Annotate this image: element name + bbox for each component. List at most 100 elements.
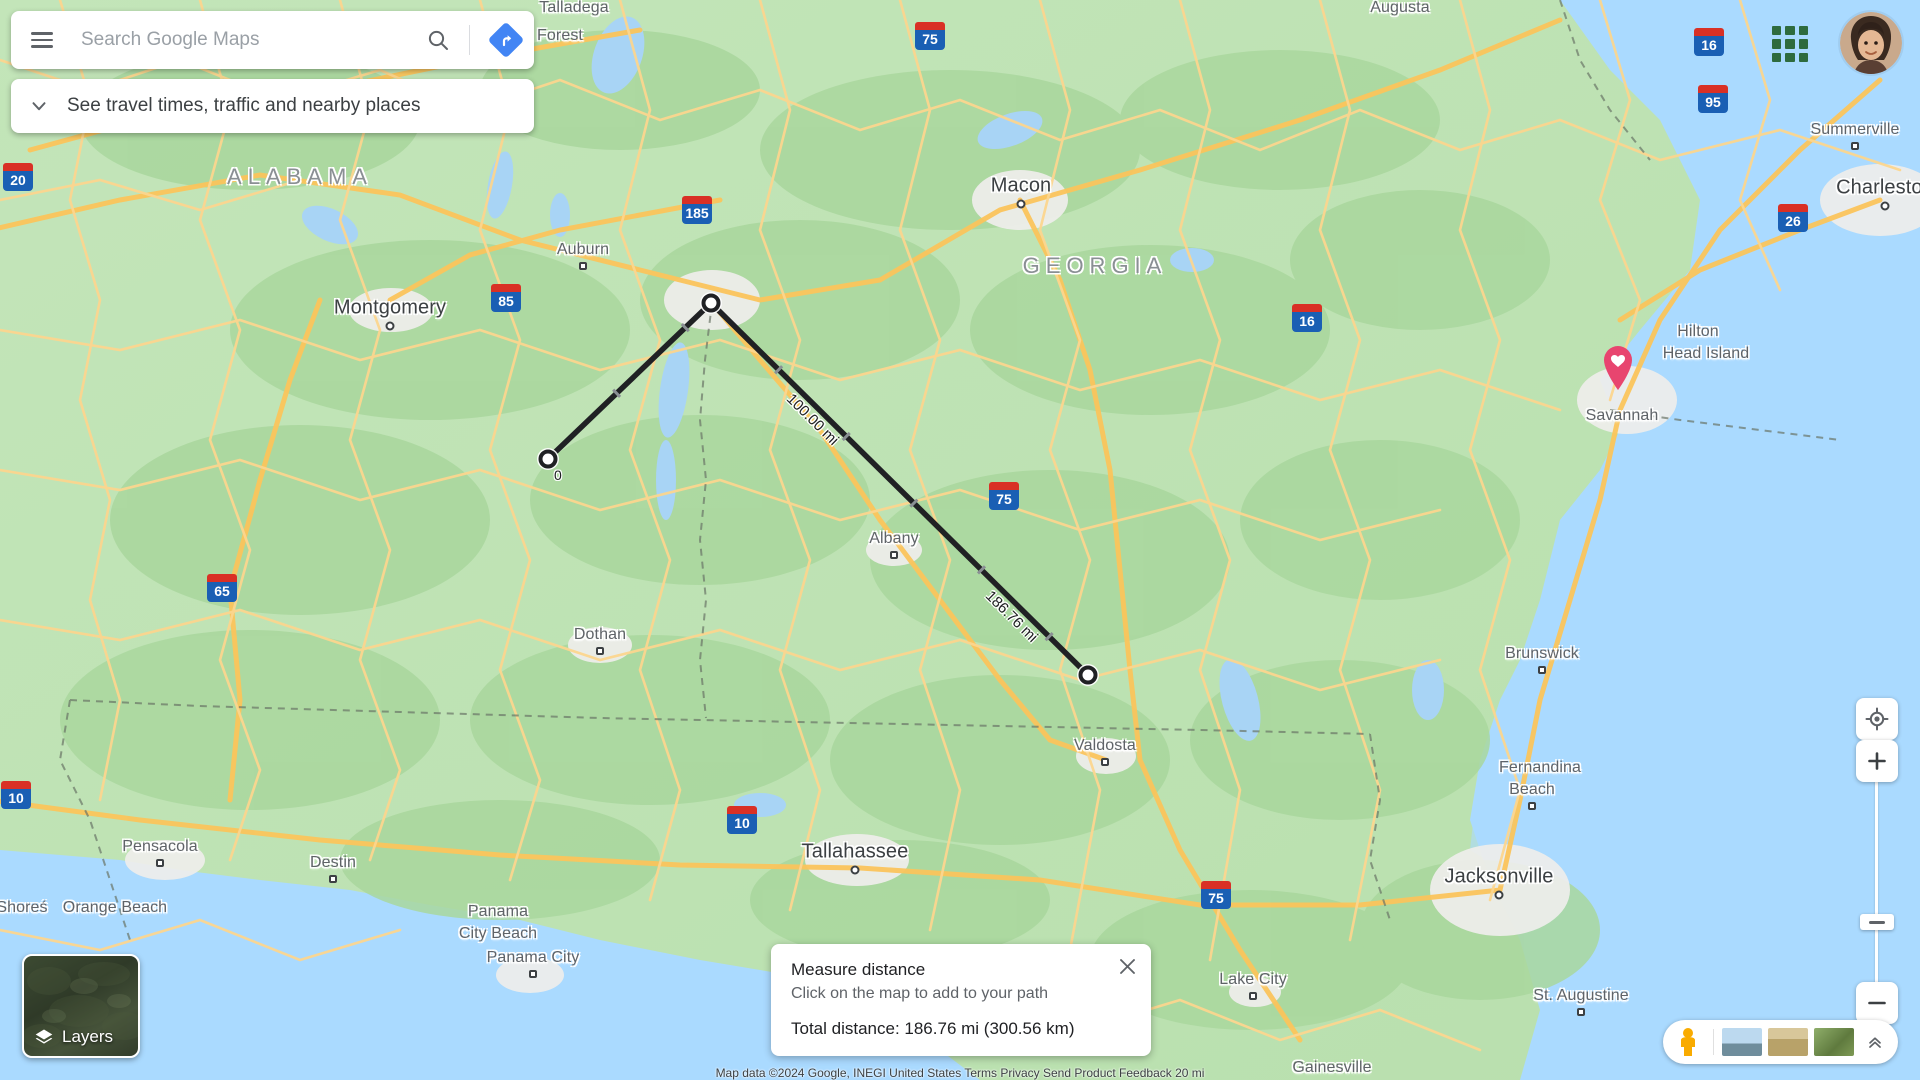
city-marker-dot: [1101, 758, 1109, 766]
search-bar: [11, 11, 534, 69]
pegman-street-view-icon[interactable]: [1671, 1025, 1705, 1059]
layers-icon: [35, 1029, 53, 1044]
hamburger-menu-icon: [31, 28, 53, 52]
city-label: Forest: [537, 27, 583, 44]
state-label: GEORGIA: [1022, 253, 1168, 278]
city-marker-dot: [329, 875, 337, 883]
avatar-image: [1840, 12, 1902, 74]
chevron-up-icon: [1869, 1037, 1881, 1048]
city-label: Savannah: [1585, 407, 1659, 424]
interstate-shield-75: 75: [989, 482, 1019, 510]
directions-icon: [489, 23, 523, 57]
city-label: Valdosta: [1074, 737, 1136, 754]
city-label: Albany: [869, 530, 919, 547]
search-input[interactable]: [67, 29, 415, 51]
search-button[interactable]: [415, 17, 461, 63]
directions-button[interactable]: [478, 11, 534, 69]
map-canvas[interactable]: ALABAMA GEORGIA Montgomery Auburn Talladega…: [0, 0, 1920, 1080]
expand-photos-button[interactable]: [1860, 1032, 1890, 1052]
city-marker-dot: [1016, 199, 1026, 209]
interstate-shield-16: 16: [1694, 28, 1724, 56]
map-attribution: Map data ©2024 Google, INEGI United Stat…: [715, 1066, 1205, 1080]
state-label: ALABAMA: [227, 164, 373, 189]
city-label: Pensacola: [122, 838, 198, 855]
search-icon: [428, 30, 448, 50]
search-divider: [469, 25, 470, 55]
photo-thumbnail-2[interactable]: [1768, 1028, 1808, 1056]
city-label: Jacksonville: [1444, 865, 1554, 888]
city-label: Beach: [1509, 781, 1555, 798]
zoom-slider-handle[interactable]: [1860, 914, 1894, 930]
google-maps-app: ALABAMA GEORGIA Montgomery Auburn Talladega…: [0, 0, 1920, 1080]
zoom-in-button[interactable]: [1856, 740, 1898, 782]
city-label: Panama: [467, 903, 529, 920]
city-marker-dot: [1249, 992, 1257, 1000]
interstate-shield-65: 65: [207, 574, 237, 602]
measure-card-subtitle: Click on the map to add to your path: [791, 985, 1049, 1002]
city-label: Lake City: [1219, 971, 1287, 988]
expand-chevron-button[interactable]: [11, 95, 67, 117]
minus-icon: [1868, 1001, 1886, 1005]
city-marker-dot: [596, 647, 604, 655]
city-label: Talladega: [539, 0, 609, 16]
travel-times-label: See travel times, traffic and nearby pla…: [67, 95, 421, 116]
city-marker-dot: [579, 262, 587, 270]
interstate-shield-10: 10: [1, 781, 31, 809]
layers-label: Layers: [62, 1027, 114, 1046]
zoom-out-button[interactable]: [1856, 982, 1898, 1024]
travel-times-panel[interactable]: See travel times, traffic and nearby pla…: [11, 79, 534, 133]
interstate-shield-26: 26: [1778, 204, 1808, 232]
hamburger-menu-button[interactable]: [17, 15, 67, 65]
city-label: Fernandina: [1499, 759, 1581, 776]
measure-card-title: Measure distance: [791, 960, 926, 979]
city-label: Charleston: [1836, 176, 1920, 199]
search-panel: See travel times, traffic and nearby pla…: [11, 11, 534, 133]
interstate-shield-10: 10: [727, 806, 757, 834]
city-label: City Beach: [458, 925, 538, 942]
my-location-button[interactable]: [1856, 698, 1898, 740]
interstate-shield-75: 75: [915, 22, 945, 50]
city-label: Augusta: [1370, 0, 1430, 16]
measure-card-total-distance: Total distance: 186.76 mi (300.56 km): [791, 1019, 1075, 1038]
map-terrain: [0, 0, 1920, 1080]
zoom-slider-track[interactable]: [1875, 782, 1878, 1002]
city-marker-dot: [1851, 142, 1859, 150]
city-marker-dot: [1577, 1008, 1585, 1016]
my-location-icon: [1865, 707, 1889, 731]
measure-distance-card: Measure distance Click on the map to add…: [771, 944, 1151, 1056]
city-label: Summerville: [1810, 121, 1900, 138]
city-marker-dot: [1494, 890, 1504, 900]
interstate-shield-185: 185: [682, 196, 712, 224]
city-label: Destin: [310, 854, 356, 871]
photo-thumbnail-3[interactable]: [1814, 1028, 1854, 1056]
city-label: Brunswick: [1505, 645, 1579, 662]
heart-pin-icon: [1604, 346, 1632, 390]
pegman-figure-icon: [1681, 1028, 1695, 1056]
plus-icon: [1868, 752, 1886, 770]
chevron-down-icon: [32, 102, 46, 111]
google-apps-grid-icon[interactable]: [1772, 26, 1808, 62]
city-label: Hilton: [1677, 323, 1719, 340]
saved-place-pin[interactable]: [1601, 344, 1635, 395]
close-icon[interactable]: [1113, 952, 1141, 980]
street-view-and-photos-strip: [1663, 1020, 1898, 1064]
city-label: Macon: [990, 174, 1052, 197]
interstate-shield-85: 85: [491, 284, 521, 312]
photo-thumbnail-1[interactable]: [1722, 1028, 1762, 1056]
layers-button[interactable]: Layers: [22, 954, 140, 1058]
interstate-shield-20: 20: [3, 163, 33, 191]
city-label: Dothan: [573, 626, 627, 643]
city-marker-dot: [850, 865, 860, 875]
layers-label-group: Layers: [34, 1027, 113, 1047]
city-marker-dot: [1880, 201, 1890, 211]
user-avatar[interactable]: [1840, 12, 1902, 74]
city-label: Orange Beach: [62, 899, 168, 916]
city-label: Panama City: [486, 949, 580, 966]
city-marker-dot: [890, 551, 898, 559]
city-label: St. Augustine: [1533, 987, 1629, 1004]
city-label: Tallahassee: [801, 840, 909, 863]
city-marker-dot: [529, 970, 537, 978]
city-marker-dot: [385, 321, 395, 331]
city-label: Shoreś: [0, 899, 48, 916]
strip-divider: [1713, 1029, 1714, 1055]
